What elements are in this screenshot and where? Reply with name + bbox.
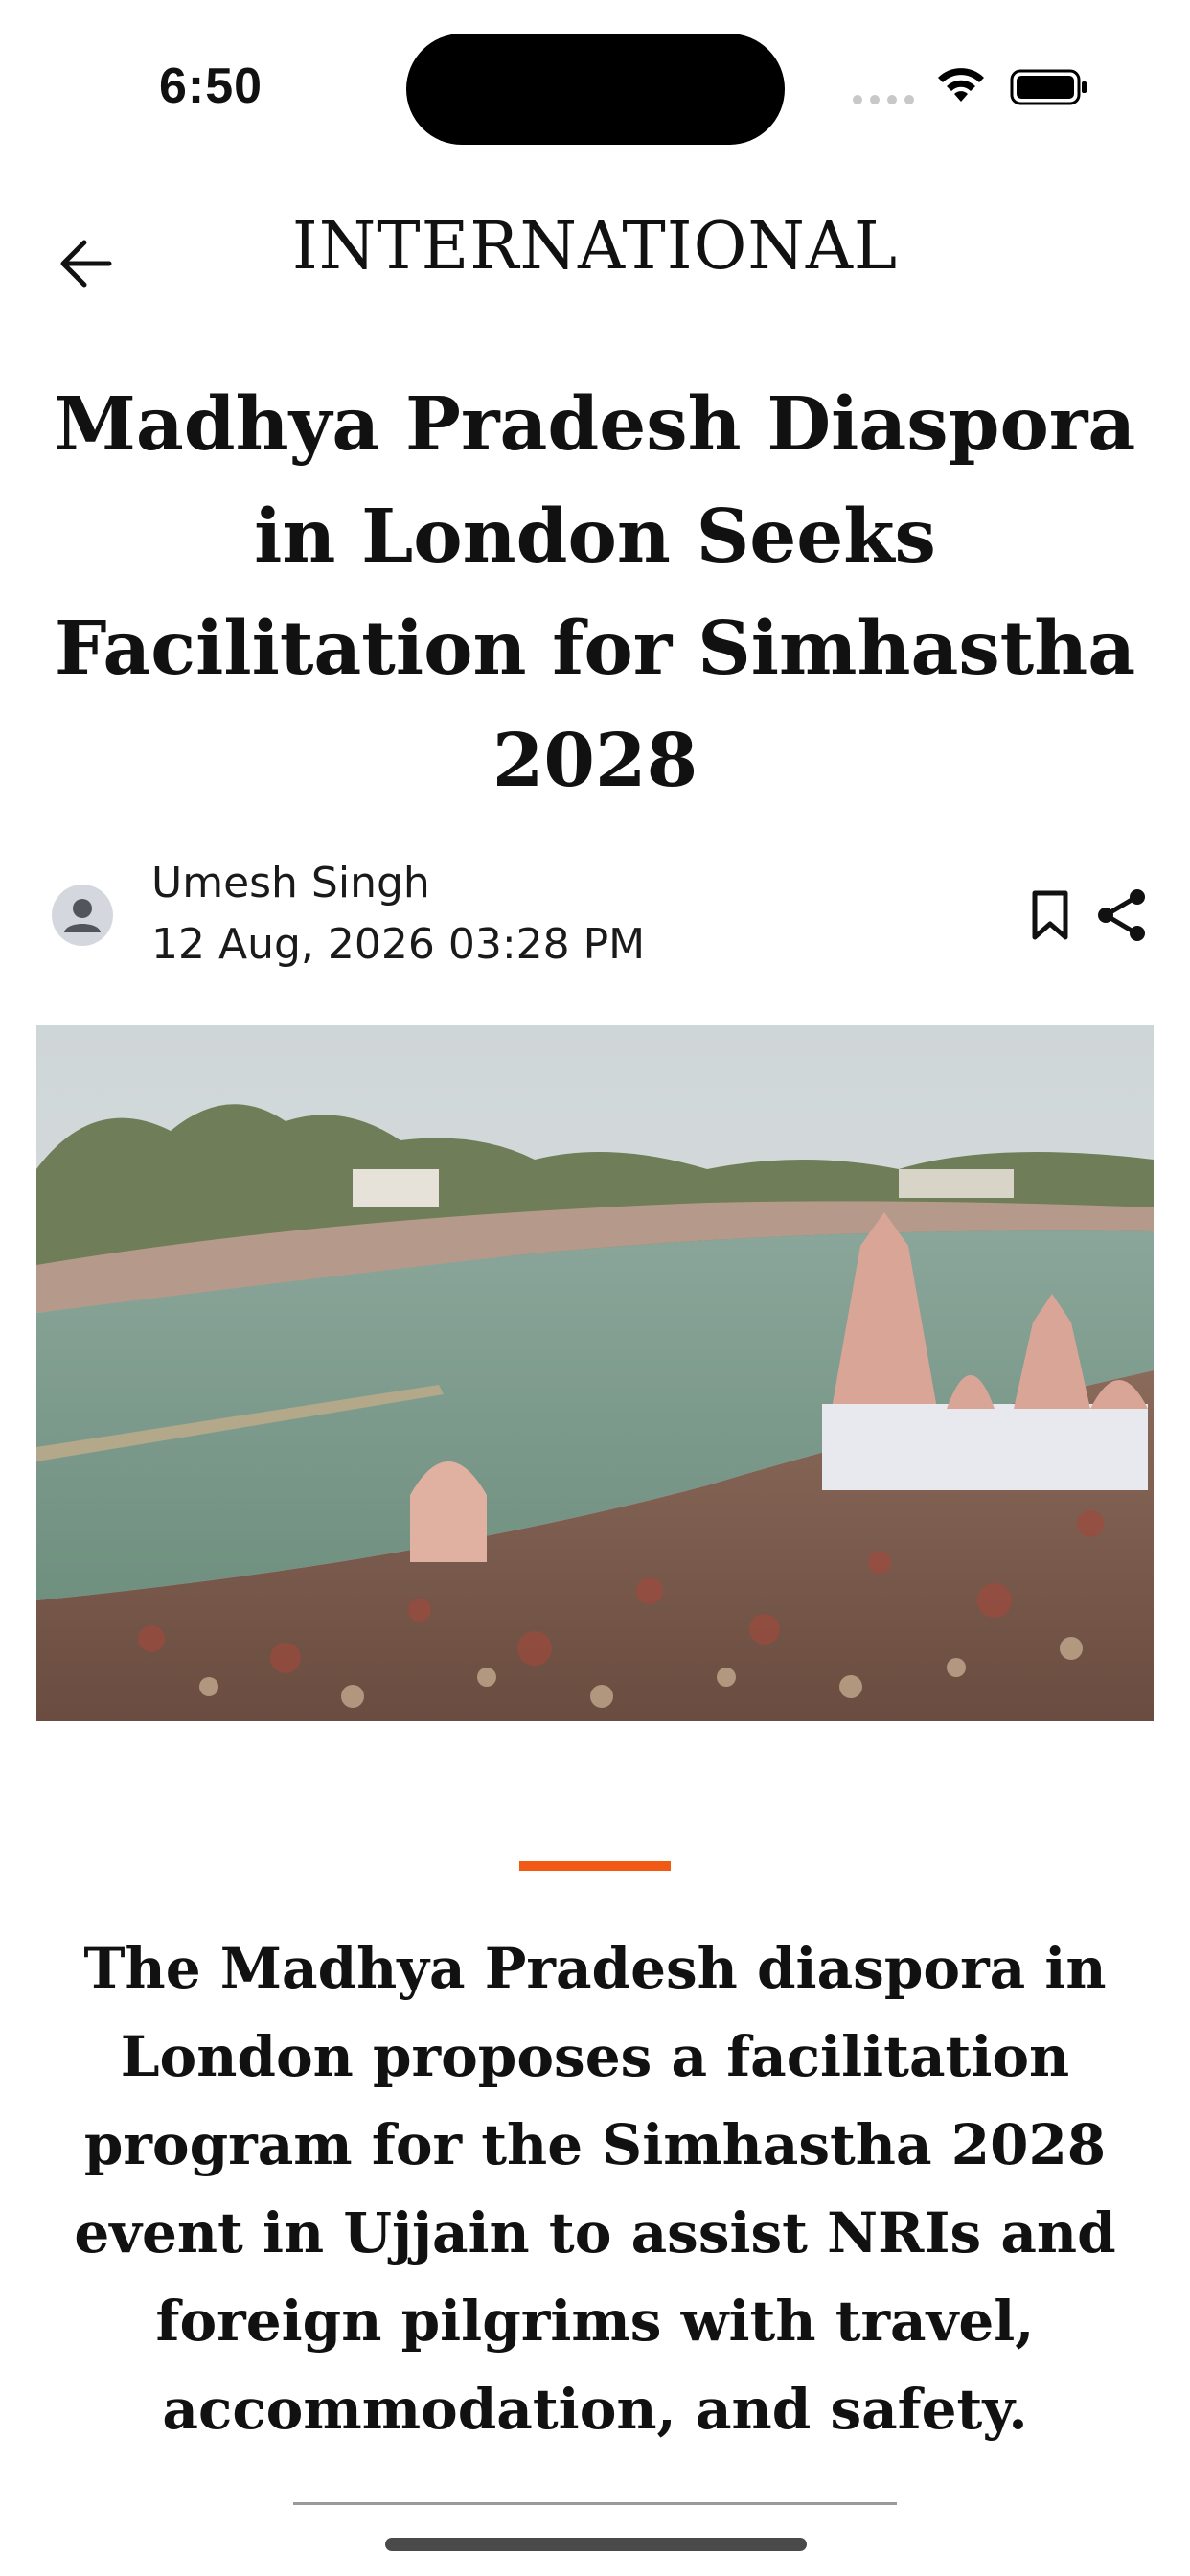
dynamic-island: [406, 34, 785, 145]
author-name[interactable]: Umesh Singh: [151, 859, 430, 908]
publish-date: 12 Aug, 2026 03:28 PM: [151, 920, 646, 969]
accent-divider: [519, 1861, 671, 1871]
home-indicator[interactable]: [385, 2538, 807, 2551]
river-ghat-photo: [36, 1025, 1154, 1721]
bookmark-icon[interactable]: [1030, 889, 1070, 941]
article-summary: The Madhya Pradesh diaspora in London pr…: [74, 1936, 1116, 2442]
author-avatar: [52, 885, 113, 946]
share-icon[interactable]: [1094, 887, 1150, 943]
article-hero-image[interactable]: [36, 1025, 1154, 1721]
battery-icon: [1010, 69, 1087, 105]
status-time: 6:50: [159, 58, 263, 114]
article-headline: Madhya Pradesh Diaspora in London Seeks …: [54, 381, 1136, 804]
user-icon: [64, 899, 101, 932]
content-divider: [293, 2502, 897, 2505]
cellular-signal-icon: [853, 95, 914, 104]
wifi-icon: [938, 68, 984, 102]
section-title: INTERNATIONAL: [291, 209, 899, 285]
